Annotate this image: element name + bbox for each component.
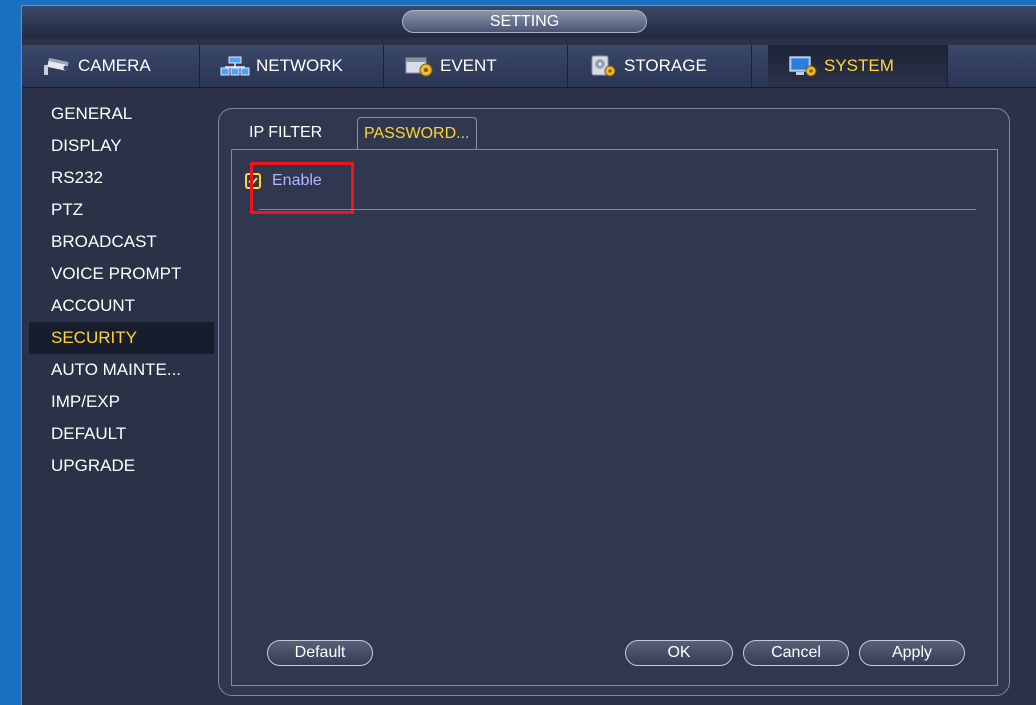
camera-icon — [42, 55, 72, 77]
sidebar-item-account[interactable]: ACCOUNT — [22, 290, 202, 322]
enable-option[interactable]: Enable — [245, 166, 322, 196]
ok-button[interactable]: OK — [625, 640, 733, 666]
sidebar-item-imp-exp[interactable]: IMP/EXP — [22, 386, 202, 418]
sidebar-item-default[interactable]: DEFAULT — [22, 418, 202, 450]
sidebar-item-security[interactable]: SECURITY — [29, 322, 214, 354]
sidebar-item-ptz[interactable]: PTZ — [22, 194, 202, 226]
tab-network[interactable]: NETWORK — [200, 45, 384, 87]
tab-network-label: NETWORK — [256, 56, 343, 75]
sidebar-item-auto-maintain[interactable]: AUTO MAINTE... — [22, 354, 202, 386]
sidebar-item-upgrade[interactable]: UPGRADE — [22, 450, 202, 482]
password-tab-content — [231, 149, 998, 686]
window-title: SETTING — [402, 10, 647, 33]
tab-storage-label: STORAGE — [624, 56, 707, 75]
separator-line — [259, 209, 976, 210]
tab-camera-label: CAMERA — [78, 56, 151, 75]
storage-icon — [588, 55, 618, 77]
sidebar-item-rs232[interactable]: RS232 — [22, 162, 202, 194]
system-icon — [788, 55, 818, 77]
tab-system-label: SYSTEM — [824, 56, 894, 75]
apply-button[interactable]: Apply — [859, 640, 965, 666]
enable-label: Enable — [272, 172, 322, 189]
network-icon — [220, 55, 250, 77]
security-panel: IP FILTER PASSWORD... Enable Default OK … — [218, 108, 1010, 696]
tab-system[interactable]: SYSTEM — [768, 45, 948, 87]
title-bar: SETTING — [22, 6, 1036, 38]
sidebar-item-voice-prompt[interactable]: VOICE PROMPT — [22, 258, 202, 290]
tab-event-label: EVENT — [440, 56, 497, 75]
tab-camera[interactable]: CAMERA — [22, 45, 200, 87]
checkmark-icon — [248, 177, 258, 186]
sidebar-menu: GENERAL DISPLAY RS232 PTZ BROADCAST VOIC… — [22, 98, 214, 482]
settings-window: SETTING CAMERA NETWORK EVENT STORAGE SYS… — [21, 5, 1036, 705]
sidebar-item-general[interactable]: GENERAL — [22, 98, 202, 130]
event-icon — [404, 55, 434, 77]
tab-event[interactable]: EVENT — [384, 45, 568, 87]
default-button[interactable]: Default — [267, 640, 373, 666]
subtab-ip-filter[interactable]: IP FILTER — [241, 117, 330, 149]
cancel-button[interactable]: Cancel — [743, 640, 849, 666]
main-tab-bar: CAMERA NETWORK EVENT STORAGE SYSTEM — [22, 45, 1036, 88]
tab-storage[interactable]: STORAGE — [568, 45, 752, 87]
sidebar-item-broadcast[interactable]: BROADCAST — [22, 226, 202, 258]
sidebar-item-display[interactable]: DISPLAY — [22, 130, 202, 162]
subtab-password[interactable]: PASSWORD... — [357, 117, 477, 149]
enable-checkbox[interactable] — [245, 173, 261, 189]
